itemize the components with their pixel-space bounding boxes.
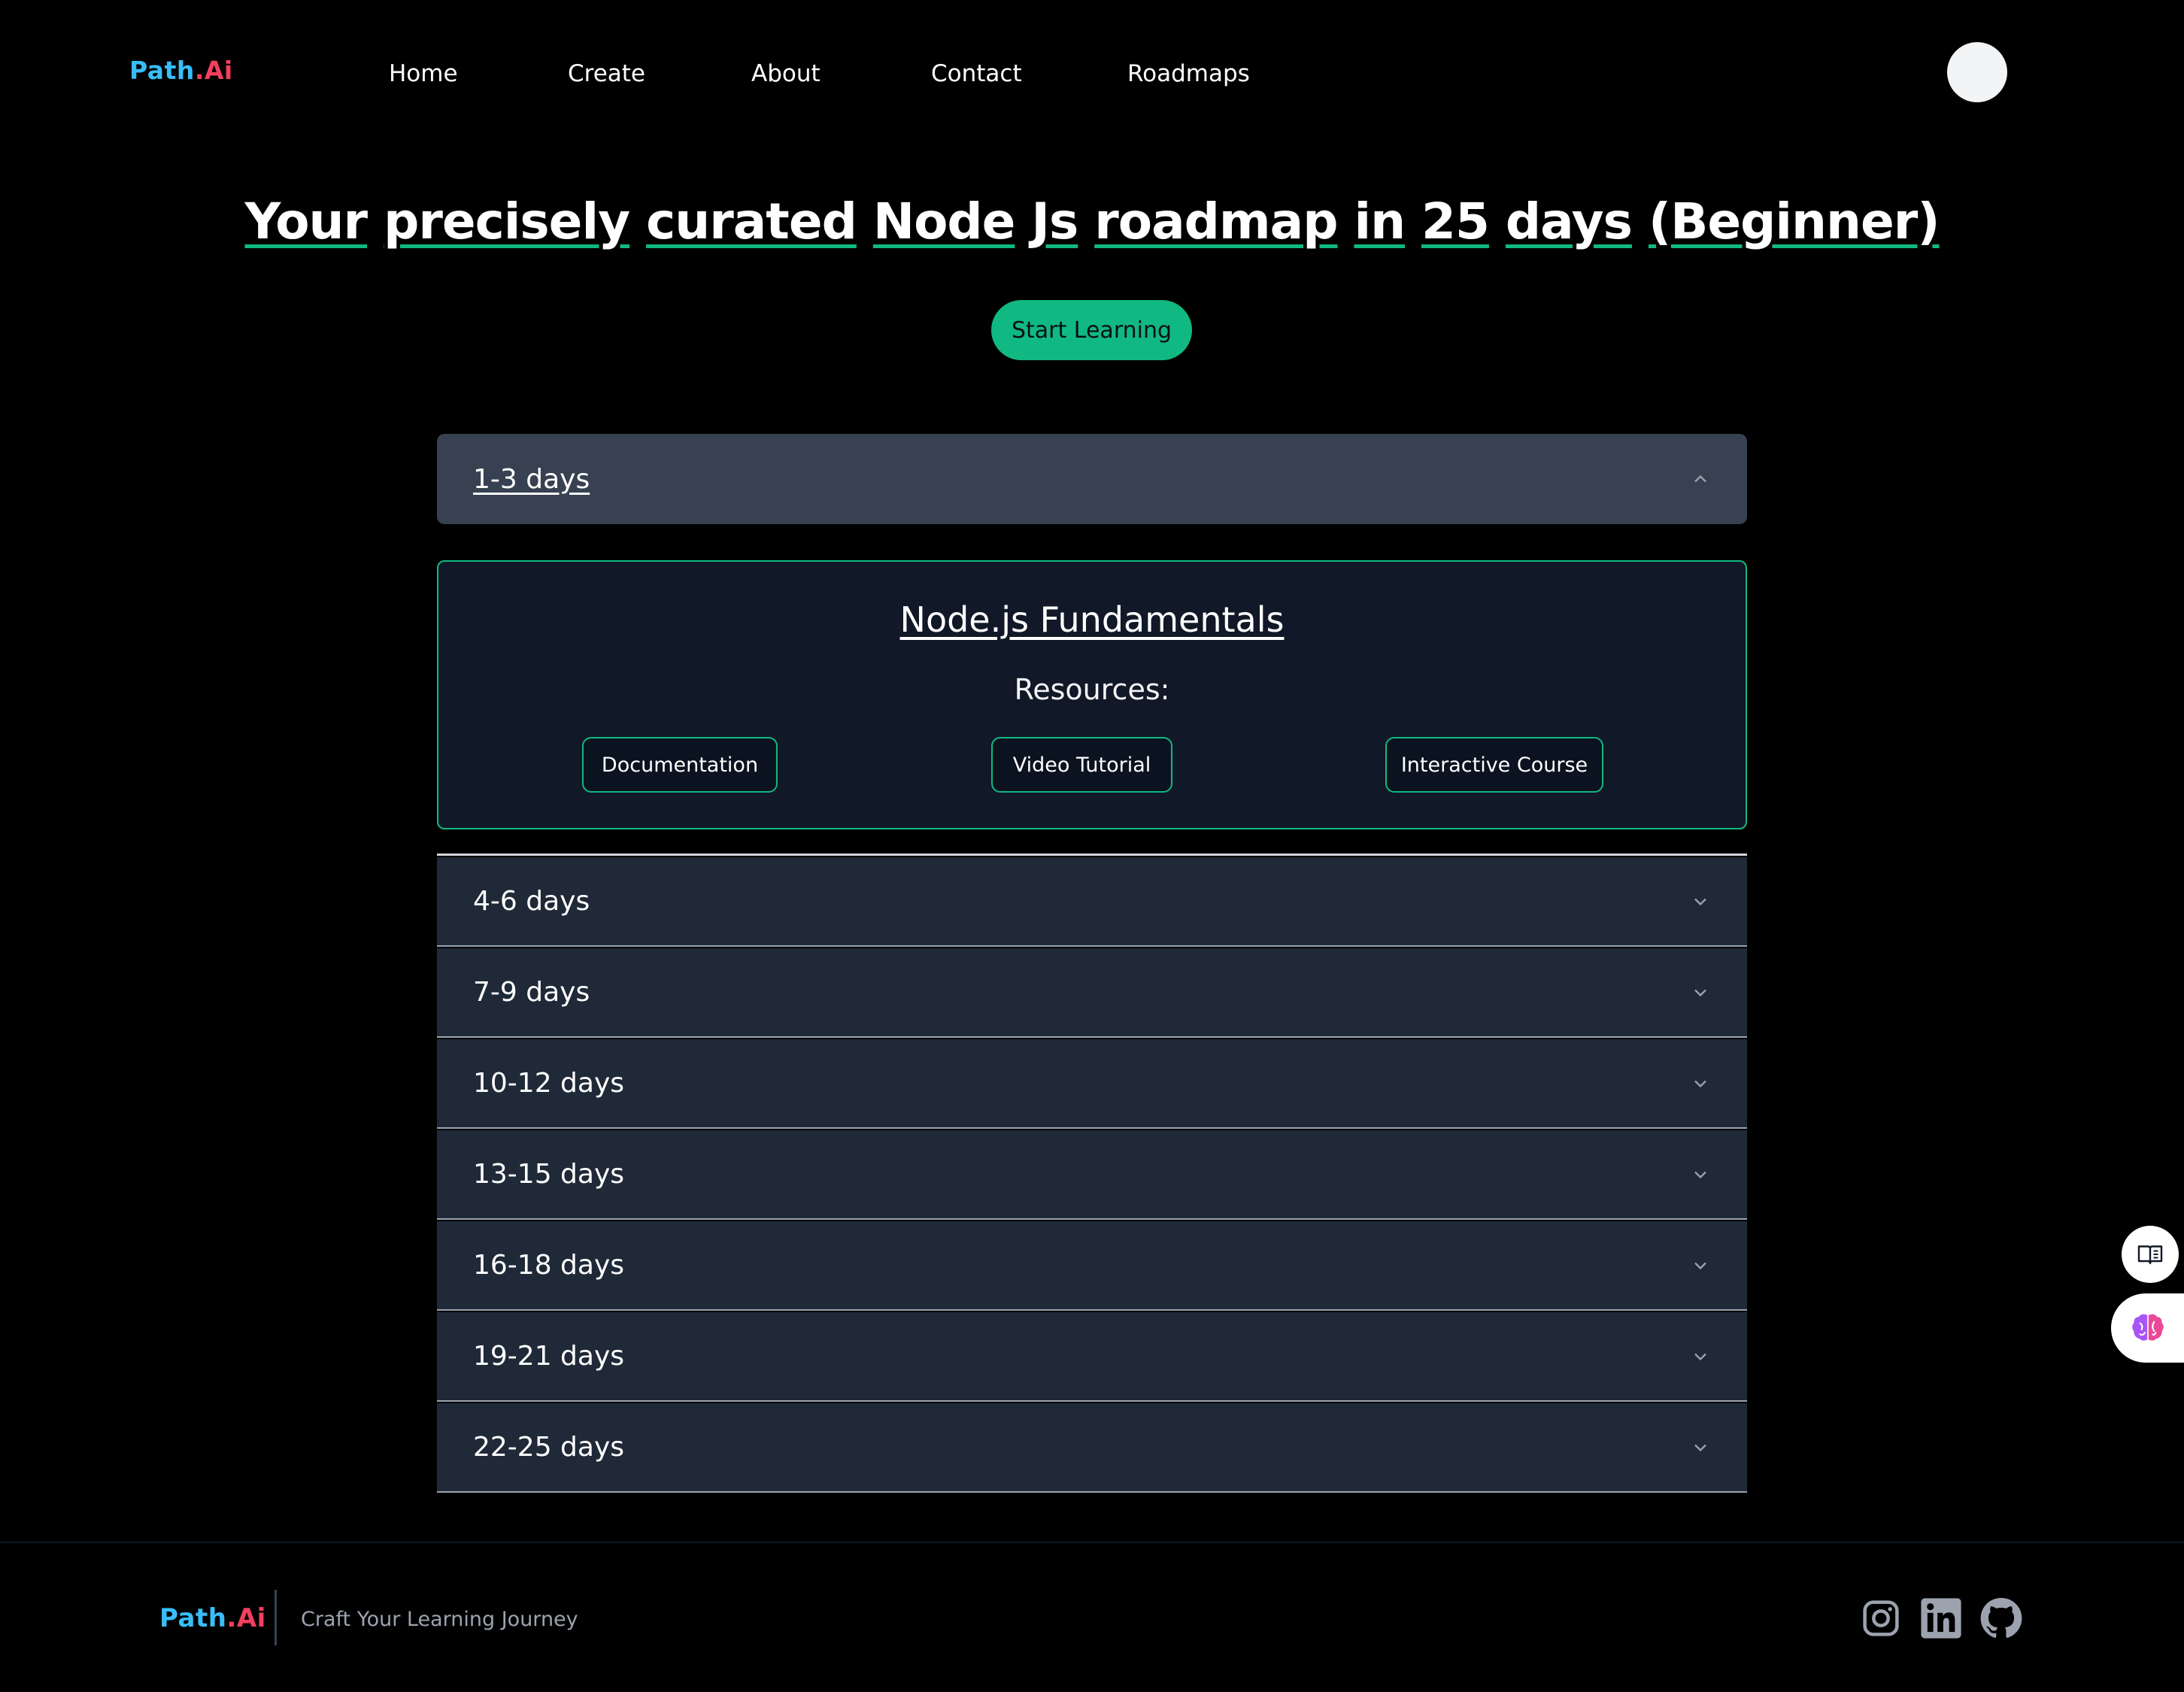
chevron-down-icon <box>1694 898 1706 905</box>
chevron-down-icon <box>1694 1444 1706 1451</box>
video-tutorial-button[interactable]: Video Tutorial <box>991 737 1172 793</box>
chevron-up-icon <box>1694 475 1706 483</box>
title-word: curated <box>646 193 857 250</box>
linkedin-icon <box>1921 1598 1961 1639</box>
chevron-down-icon <box>1694 1262 1706 1269</box>
nav-link-create[interactable]: Create <box>568 60 645 87</box>
accordion-label: 13-15 days <box>473 1159 625 1190</box>
accordion-divider <box>437 854 1747 856</box>
chevron-down-icon <box>1694 1171 1706 1178</box>
accordion-item[interactable]: 16-18 days <box>437 1221 1747 1311</box>
nav-link-home[interactable]: Home <box>389 60 458 87</box>
footer-divider <box>0 1542 2184 1543</box>
accordion-label: 22-25 days <box>473 1432 625 1463</box>
nav-link-contact[interactable]: Contact <box>931 60 1022 87</box>
footer-logo[interactable]: Path.Ai <box>159 1603 266 1633</box>
title-word: roadmap <box>1094 193 1338 250</box>
start-learning-button[interactable]: Start Learning <box>991 300 1192 360</box>
accordion-label: 7-9 days <box>473 977 590 1008</box>
title-word: precisely <box>384 193 630 250</box>
topic-title[interactable]: Node.js Fundamentals <box>438 599 1746 640</box>
accordion-item[interactable]: 13-15 days <box>437 1130 1747 1220</box>
instagram-icon <box>1863 1600 1899 1636</box>
brand-logo-part1: Path <box>129 56 195 85</box>
interactive-course-button[interactable]: Interactive Course <box>1385 737 1603 793</box>
title-word: Js <box>1031 193 1078 250</box>
documentation-button[interactable]: Documentation <box>582 737 778 793</box>
nav-link-about[interactable]: About <box>751 60 821 87</box>
instagram-link[interactable] <box>1857 1594 1905 1642</box>
title-word: Your <box>244 193 368 250</box>
brain-widget-button[interactable] <box>2111 1293 2184 1363</box>
brand-logo-part2: .Ai <box>226 1603 266 1633</box>
brain-icon <box>2131 1314 2164 1341</box>
accordion-item[interactable]: 7-9 days <box>437 948 1747 1038</box>
nav-link-roadmaps[interactable]: Roadmaps <box>1127 60 1250 87</box>
chevron-down-icon <box>1694 1080 1706 1087</box>
book-widget-button[interactable] <box>2122 1226 2179 1283</box>
book-icon <box>2137 1245 2163 1265</box>
title-word: 25 <box>1421 193 1490 250</box>
chevron-down-icon <box>1694 989 1706 996</box>
title-word: (Beginner) <box>1648 193 1940 250</box>
title-word: Node <box>872 193 1016 250</box>
accordion-item[interactable]: 10-12 days <box>437 1039 1747 1129</box>
roadmap-accordion: 1-3 days Node.js Fundamentals Resources:… <box>437 434 1747 1493</box>
accordion-label: 4-6 days <box>473 886 590 917</box>
chevron-down-icon <box>1694 1353 1706 1360</box>
github-icon <box>1980 1597 2022 1638</box>
footer-separator <box>275 1590 277 1645</box>
accordion-header-open[interactable]: 1-3 days <box>437 434 1747 524</box>
title-word: days <box>1505 193 1633 250</box>
github-link[interactable] <box>1977 1594 2025 1642</box>
accordion-label: 16-18 days <box>473 1250 625 1281</box>
accordion-label: 10-12 days <box>473 1068 625 1099</box>
footer-tagline: Craft Your Learning Journey <box>301 1608 578 1631</box>
accordion-label: 19-21 days <box>473 1341 625 1372</box>
title-word: in <box>1354 193 1406 250</box>
accordion-item[interactable]: 4-6 days <box>437 857 1747 947</box>
resources-heading: Resources: <box>1014 673 1170 706</box>
brand-logo-part2: .Ai <box>194 56 233 85</box>
page-title: Your precisely curated Node Js roadmap i… <box>0 193 2184 250</box>
topic-panel: Node.js Fundamentals Resources: Document… <box>437 560 1747 829</box>
accordion-item[interactable]: 19-21 days <box>437 1312 1747 1402</box>
accordion-label: 1-3 days <box>473 463 590 495</box>
brand-logo[interactable]: Path.Ai <box>129 56 233 85</box>
linkedin-link[interactable] <box>1917 1594 1965 1642</box>
user-avatar[interactable] <box>1947 42 2007 102</box>
brand-logo-part1: Path <box>159 1603 227 1633</box>
accordion-item[interactable]: 22-25 days <box>437 1403 1747 1493</box>
